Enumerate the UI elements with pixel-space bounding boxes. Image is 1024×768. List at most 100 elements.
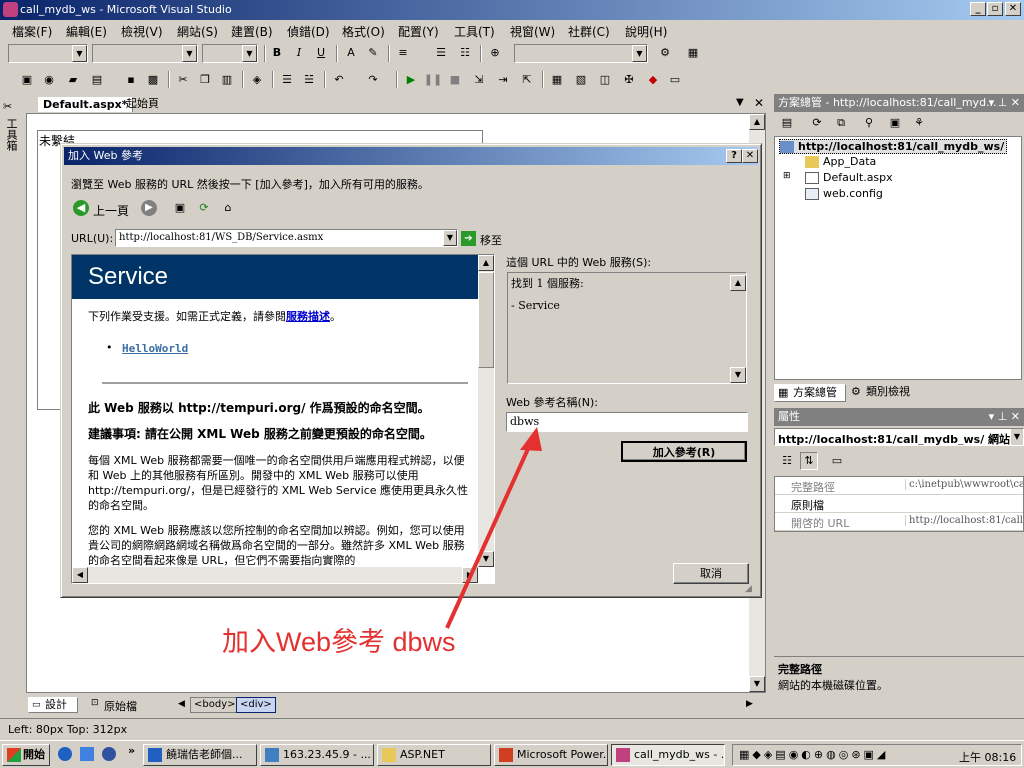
aspnet-config-icon[interactable]: ⚘ [910,114,928,132]
properties-object-selector[interactable]: http://localhost:81/call_mydb_ws/ 網站內 ▼ [774,428,1024,446]
font-name-combo[interactable]: ▼ [92,44,198,63]
source-view-tab[interactable]: ⊡ 原始檔 [88,698,152,714]
menu-build[interactable]: 建置(B) [231,23,273,40]
menu-edit[interactable]: 編輯(E) [66,23,107,40]
minimize-button[interactable]: _ [970,2,986,16]
tab-solution-explorer[interactable]: ▦ 方案總管 [774,384,846,402]
tag-nav-right-icon[interactable]: ▶ [746,699,753,709]
restore-button[interactable]: ▫ [987,2,1003,16]
browser-scroll-thumb[interactable] [478,272,494,368]
new-project-icon[interactable]: ▣ [18,71,36,89]
new-website-icon[interactable]: ◉ [40,71,58,89]
start-page-icon[interactable]: ◆ [644,71,662,89]
view-code-icon[interactable]: ▣ [886,114,904,132]
style-combo[interactable]: ▼ [514,44,648,63]
pane-buttons[interactable]: ▾ ⊥ ✕ [989,408,1020,425]
media-player-icon[interactable] [102,747,116,761]
reference-name-input[interactable]: dbws [506,412,748,432]
menu-debug[interactable]: 偵錯(D) [287,23,330,40]
stop-icon[interactable]: ■ [446,71,464,89]
redo-icon[interactable]: ↷ [364,71,382,89]
menu-tools[interactable]: 工具(T) [454,23,495,40]
tree-root[interactable]: http://localhost:81/call_mydb_ws/ [779,139,1008,154]
browser-scroll-right-icon[interactable]: ▶ [462,567,478,583]
alphabetical-icon[interactable]: ⇅ [800,452,818,470]
start-debug-icon[interactable]: ▶ [402,71,420,89]
toolbox-strip[interactable]: ✂ 工具箱 [0,96,22,716]
open-folder-icon[interactable]: ▰ [64,71,82,89]
font-size-combo[interactable]: ▼ [202,44,258,63]
tab-list-icon[interactable]: ▼ [736,97,744,108]
taskbar-item-4[interactable]: Microsoft Power... [494,744,608,766]
comment-icon[interactable]: ☰ [278,71,296,89]
categorized-icon[interactable]: ☷ [778,452,796,470]
refresh-icon[interactable]: ⟳ [808,114,826,132]
services-scroll-down-icon[interactable]: ▼ [730,367,746,383]
taskbar-item-3[interactable]: ASP.NET [377,744,491,766]
add-reference-button[interactable]: 加入參考(R) [621,441,747,462]
format-icon[interactable]: ▦ [684,44,702,62]
menu-format[interactable]: 格式(O) [342,23,385,40]
italic-icon[interactable]: I [290,44,308,62]
bold-icon[interactable]: B [268,44,286,62]
numbered-list-icon[interactable]: ☰ [432,44,450,62]
start-button[interactable]: 開始 [2,744,50,766]
underline-icon[interactable]: U [312,44,330,62]
property-pages-icon[interactable]: ▭ [828,452,846,470]
browser-vscrollbar[interactable]: ▲ ▼ [478,255,494,567]
quick-launch-more-icon[interactable]: » [128,744,135,757]
home-icon[interactable]: ⌂ [219,199,237,217]
tree-item-app-data[interactable]: App_Data [805,155,876,168]
explorer-icon[interactable] [80,747,94,761]
menu-window[interactable]: 視窗(W) [510,23,555,40]
step-over-icon[interactable]: ⇥ [494,71,512,89]
toolbox-icon[interactable]: ✠ [620,71,638,89]
service-page-browser[interactable]: Service 下列作業受支援。如需正式定義，請參閱服務描述。 • HelloW… [71,254,495,584]
font-color-icon[interactable]: A [342,44,360,62]
undo-icon[interactable]: ↶ [330,71,348,89]
copy-icon[interactable]: ❐ [196,71,214,89]
tab-class-view[interactable]: ⚙ 類別檢視 [848,384,928,402]
property-row-policy-file[interactable]: 原則檔 [775,495,1023,513]
browser-scroll-up-icon[interactable]: ▲ [478,255,494,271]
menu-view[interactable]: 檢視(V) [121,23,163,40]
solution-explorer-title-bar[interactable]: 方案總管 - http://localhost:81/call_myd... ▾… [774,94,1024,112]
dialog-close-button[interactable]: ✕ [742,149,758,163]
resize-grip-icon[interactable]: ◢ [745,584,752,594]
scroll-up-icon[interactable]: ▲ [749,114,765,130]
menu-file[interactable]: 檔案(F) [12,23,52,40]
add-item-icon[interactable]: ▤ [88,71,106,89]
browser-scroll-left-icon[interactable]: ◀ [72,567,88,583]
step-into-icon[interactable]: ⇲ [470,71,488,89]
services-scroll-up-icon[interactable]: ▲ [730,275,746,291]
hyperlink-icon[interactable]: ⊕ [486,44,504,62]
save-icon[interactable]: ▪ [122,71,140,89]
taskbar-item-5[interactable]: call_mydb_ws - ... [611,744,725,766]
dialog-title-bar[interactable]: 加入 Web 參考 ? ✕ [64,147,758,165]
ie-icon[interactable] [58,747,72,761]
solution-tree[interactable]: http://localhost:81/call_mydb_ws/ App_Da… [774,136,1022,380]
highlight-icon[interactable]: ✎ [364,44,382,62]
solution-explorer-icon[interactable]: ▦ [548,71,566,89]
nest-files-icon[interactable]: ⧉ [832,114,850,132]
menu-website[interactable]: 網站(S) [177,23,218,40]
tag-div[interactable]: <div> [236,697,276,713]
window-title-bar[interactable]: call_mydb_ws - Microsoft Visual Studio _… [0,0,1024,20]
properties-icon[interactable]: ▤ [778,114,796,132]
tray-icons[interactable]: ▦◆◈▤◉◐⊕◍◎⊛▣◢ [739,748,888,761]
object-browser-icon[interactable]: ◫ [596,71,614,89]
cancel-button[interactable]: 取消 [673,563,749,584]
block-format-combo[interactable]: ▼ [8,44,88,63]
find-icon[interactable]: ◈ [248,71,266,89]
step-out-icon[interactable]: ⇱ [518,71,536,89]
url-input[interactable]: http://localhost:81/WS_DB/Service.asmx ▼ [115,229,458,247]
services-list[interactable]: 找到 1 個服務: - Service ▲ ▼ [507,272,747,384]
taskbar-item-2[interactable]: 163.23.45.9 - ... [260,744,374,766]
expand-icon[interactable]: ⊞ [783,171,791,181]
tag-nav-left-icon[interactable]: ◀ [178,699,185,709]
tag-body[interactable]: <body> [190,697,240,713]
bullet-list-icon[interactable]: ☷ [456,44,474,62]
service-description-link[interactable]: 服務描述 [286,310,330,323]
copy-website-icon[interactable]: ⚲ [860,114,878,132]
uncomment-icon[interactable]: ☱ [300,71,318,89]
